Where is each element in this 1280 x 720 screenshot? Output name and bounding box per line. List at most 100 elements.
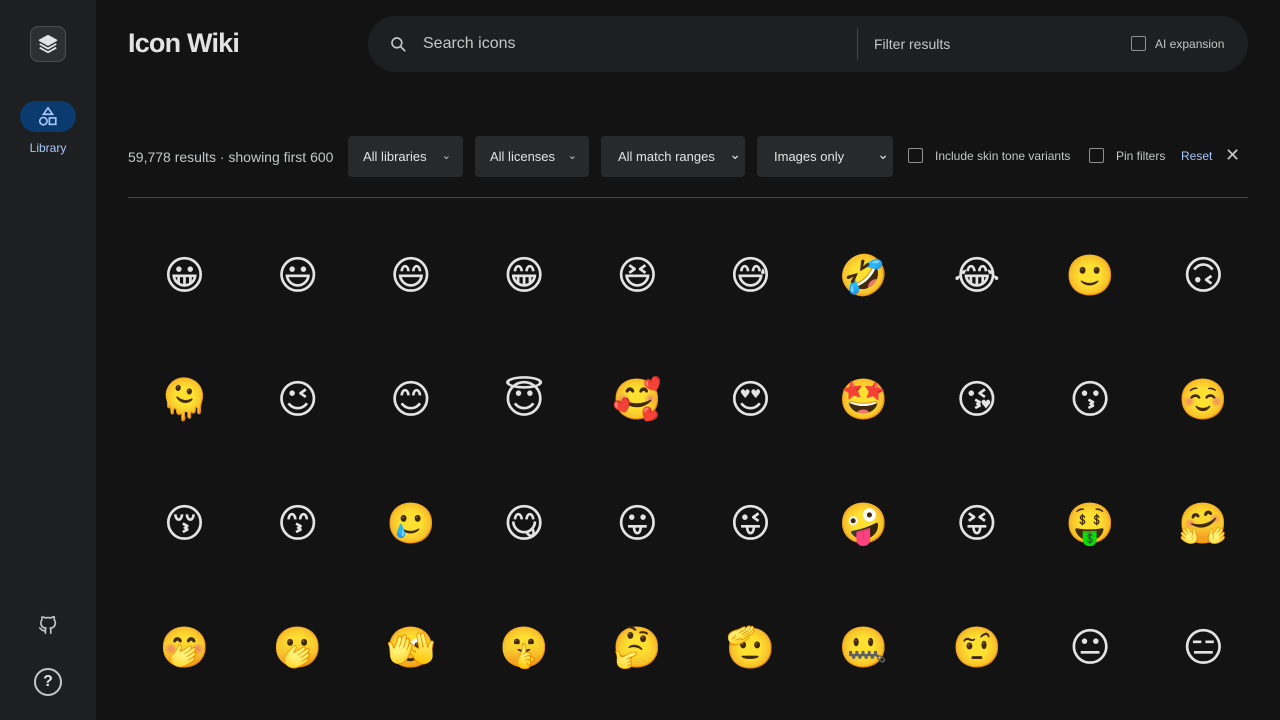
emoji-icon: 😄 [390, 254, 432, 298]
emoji-icon: 🥲 [385, 502, 436, 546]
emoji-icon: 😉 [276, 378, 319, 422]
emoji-icon: 😃 [276, 254, 319, 298]
emoji-icon: 🫡 [725, 626, 776, 670]
emoji-icon: 😋 [503, 502, 545, 546]
icon-tile[interactable]: 🤨 [920, 586, 1033, 710]
nav-item-library[interactable]: Library [20, 101, 76, 155]
github-link[interactable] [34, 610, 62, 638]
shapes-icon [38, 105, 57, 126]
icon-tile[interactable]: 😁 [468, 214, 581, 338]
icon-tile[interactable]: 🤗 [1147, 462, 1260, 586]
emoji-icon: 🤔 [612, 626, 663, 670]
emoji-icon: 😂 [953, 254, 1001, 298]
icon-tile[interactable]: 🤔 [581, 586, 694, 710]
icon-tile[interactable]: 🙂 [1034, 214, 1147, 338]
emoji-icon: 😀 [163, 254, 206, 298]
icon-tile[interactable]: 🫢 [241, 586, 354, 710]
icon-tile[interactable]: 🤣 [807, 214, 920, 338]
ai-expansion-checkbox[interactable] [1131, 36, 1146, 51]
icon-tile[interactable]: ☺️ [1147, 338, 1260, 462]
icon-tile[interactable]: 😐 [1034, 586, 1147, 710]
libraries-dropdown[interactable]: All libraries ⌄ [348, 136, 463, 177]
nav-rail: Library ? [0, 0, 96, 720]
app-logo[interactable] [30, 26, 66, 62]
reset-button[interactable]: Reset [1181, 149, 1212, 163]
icon-tile[interactable]: 🤪 [807, 462, 920, 586]
media-type-select-value: Images only [774, 149, 845, 164]
emoji-icon: 😜 [729, 502, 772, 546]
icon-tile[interactable]: 😘 [920, 338, 1033, 462]
emoji-icon: 🤣 [838, 254, 889, 298]
skin-tone-label: Include skin tone variants [935, 148, 1071, 163]
icon-tile[interactable]: 😆 [581, 214, 694, 338]
icon-tile[interactable]: 🤑 [1034, 462, 1147, 586]
skin-tone-toggle[interactable]: Include skin tone variants [908, 148, 1070, 163]
emoji-icon: ☺️ [1178, 378, 1229, 422]
search-icon [391, 37, 406, 52]
icon-tile[interactable]: 🫣 [354, 586, 467, 710]
emoji-icon: 🤐 [838, 626, 889, 670]
icon-tile[interactable]: 🙃 [1147, 214, 1260, 338]
help-button[interactable]: ? [34, 668, 62, 696]
emoji-icon: 😛 [616, 502, 659, 546]
emoji-icon: 🤩 [838, 378, 889, 422]
icon-tile[interactable]: 🫠 [128, 338, 241, 462]
licenses-dropdown[interactable]: All licenses ⌄ [475, 136, 589, 177]
chevron-down-icon: ⌄ [567, 150, 577, 162]
emoji-icon: 😁 [503, 254, 545, 298]
emoji-icon: 😗 [1069, 378, 1111, 422]
match-ranges-select[interactable]: All match ranges ⌄ [601, 136, 745, 177]
icon-tile[interactable]: 😊 [354, 338, 467, 462]
icon-tile[interactable]: 😙 [241, 462, 354, 586]
icon-tile[interactable]: 😇 [468, 338, 581, 462]
help-icon: ? [43, 673, 53, 690]
chevron-down-icon: ⌄ [877, 146, 889, 162]
match-ranges-select-value: All match ranges [618, 149, 715, 164]
emoji-icon: 🤫 [499, 626, 549, 670]
icon-tile[interactable]: 🫡 [694, 586, 807, 710]
nav-item-library-pill [20, 101, 76, 132]
icon-tile[interactable]: 🤫 [468, 586, 581, 710]
icon-tile[interactable]: 🤐 [807, 586, 920, 710]
icon-tile[interactable]: 😗 [1034, 338, 1147, 462]
icon-tile[interactable]: 😂 [920, 214, 1033, 338]
skin-tone-checkbox[interactable] [908, 148, 923, 163]
emoji-icon: 🙂 [1065, 254, 1115, 298]
emoji-icon: 😝 [956, 502, 998, 546]
icon-tile[interactable]: 😝 [920, 462, 1033, 586]
icon-tile[interactable]: 😛 [581, 462, 694, 586]
icon-tile[interactable]: 😚 [128, 462, 241, 586]
icon-grid: 😀 😃 😄 😁 😆 😅 🤣 😂 🙂 🙃 🫠 😉 😊 😇 🥰 😍 🤩 😘 😗 ☺️ 😚 😙 🥲 😋 😛 😜 🤪 😝 🤑 🤗 🤭 🫢 🫣 🤫 🤔 🫡 🤐 🤨 😐… [128, 214, 1261, 720]
pin-filters-checkbox[interactable] [1089, 148, 1104, 163]
emoji-icon: 🫣 [385, 626, 436, 670]
icon-tile[interactable]: 🥰 [581, 338, 694, 462]
icon-tile[interactable]: 🥲 [354, 462, 467, 586]
emoji-icon: 🫠 [159, 378, 210, 422]
filter-results-input[interactable] [874, 30, 1104, 58]
icon-tile[interactable]: 😉 [241, 338, 354, 462]
icon-tile[interactable]: 😋 [468, 462, 581, 586]
emoji-icon: 😇 [503, 378, 545, 422]
icon-tile[interactable]: 😅 [694, 214, 807, 338]
icon-tile[interactable]: 🤩 [807, 338, 920, 462]
media-type-select[interactable]: Images only ⌄ [757, 136, 893, 177]
icon-tile[interactable]: 🤭 [128, 586, 241, 710]
icon-tile[interactable]: 😍 [694, 338, 807, 462]
emoji-icon: 🤨 [951, 626, 1002, 670]
emoji-icon: 🤑 [1065, 502, 1115, 546]
icon-tile[interactable]: 😜 [694, 462, 807, 586]
results-count: 59,778 results · showing first 600 [128, 149, 334, 165]
close-icon[interactable]: ✕ [1225, 145, 1240, 166]
ai-expansion-label: AI expansion [1155, 36, 1225, 51]
ai-expansion-toggle[interactable]: AI expansion [1131, 36, 1224, 51]
icon-tile[interactable]: 😀 [128, 214, 241, 338]
emoji-icon: 🤪 [838, 502, 889, 546]
search-input[interactable] [423, 30, 843, 58]
icon-tile[interactable]: 😃 [241, 214, 354, 338]
icon-tile[interactable]: 😄 [354, 214, 467, 338]
emoji-icon: 🫢 [272, 626, 323, 670]
pin-filters-toggle[interactable]: Pin filters [1089, 148, 1165, 163]
icon-tile[interactable]: 😑 [1147, 586, 1260, 710]
chevron-down-icon: ⌄ [729, 146, 741, 162]
libraries-dropdown-value: All libraries [363, 149, 427, 164]
